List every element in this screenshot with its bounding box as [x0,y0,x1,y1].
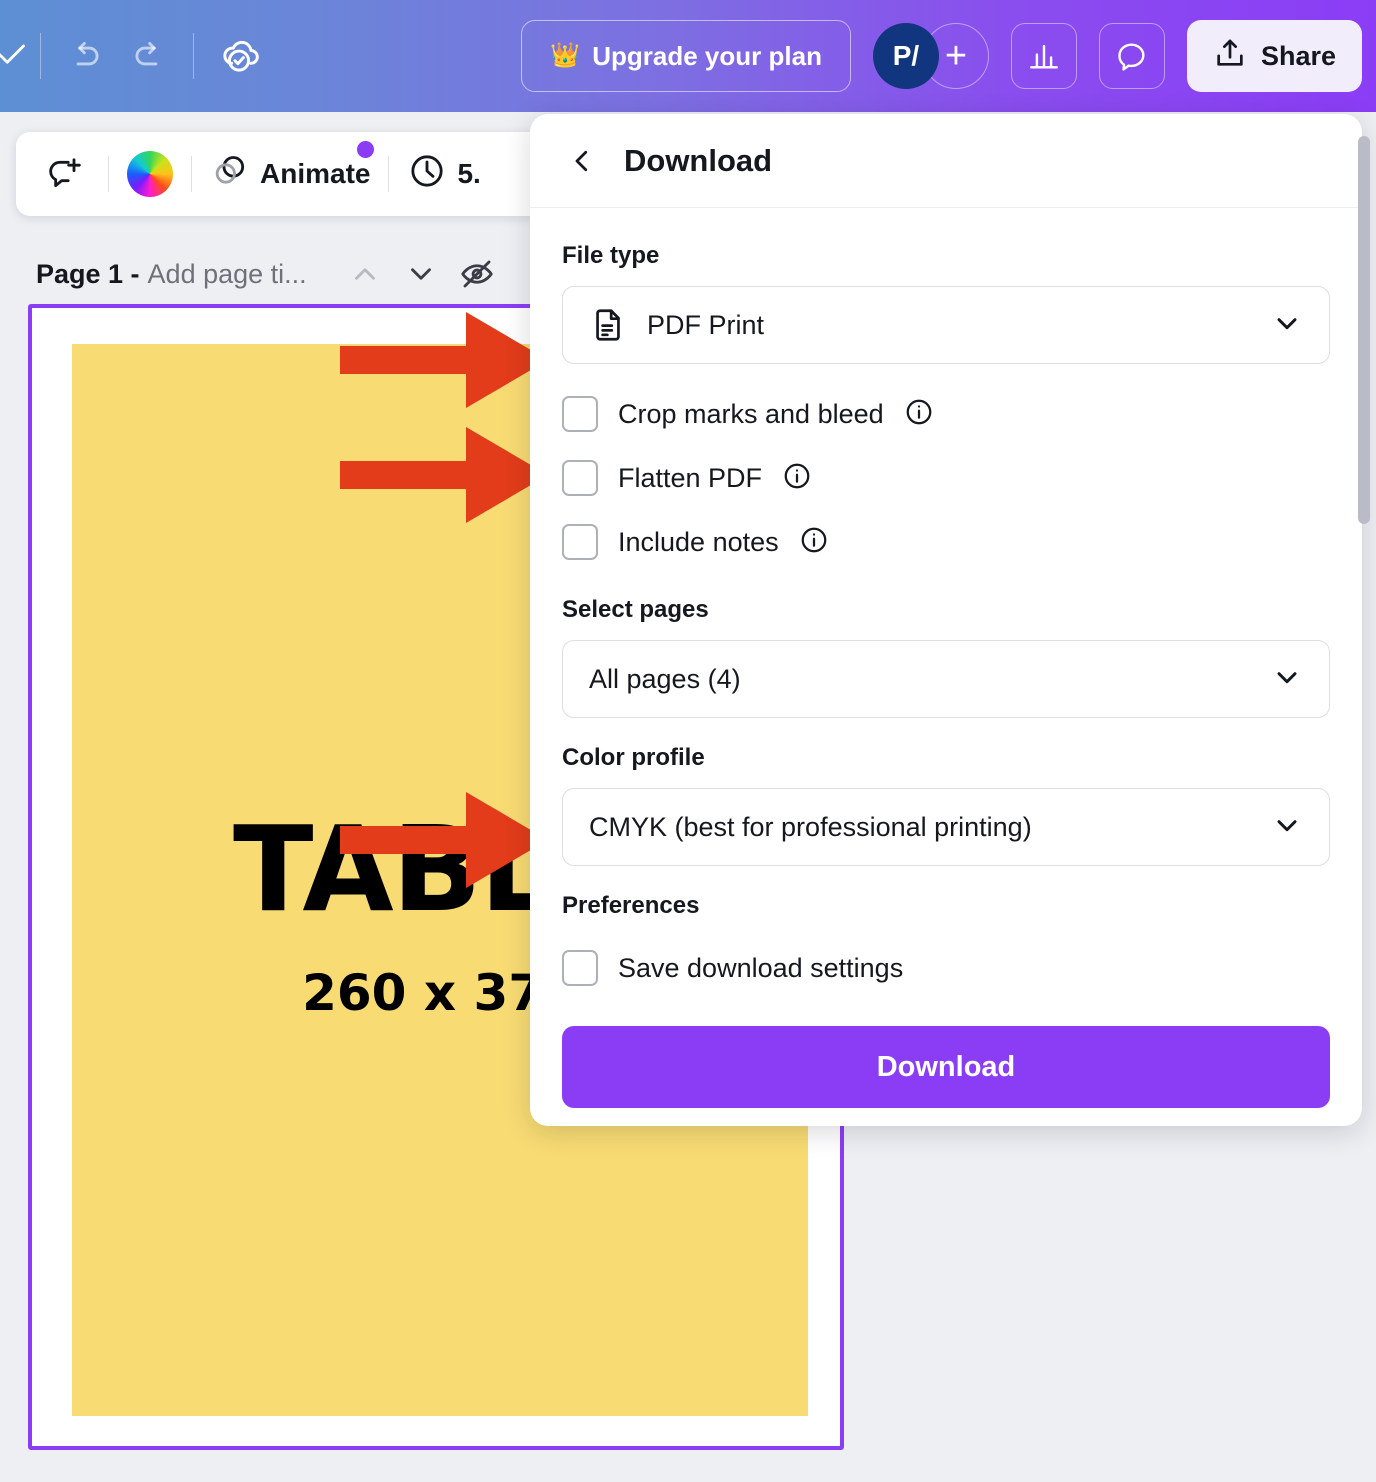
chevron-down-icon [1271,809,1303,846]
download-panel-header: Download [530,114,1362,208]
color-profile-label: Color profile [562,744,705,771]
document-file-icon [589,306,627,344]
upload-icon [1213,36,1247,77]
download-button[interactable]: Download [562,1026,1330,1108]
file-type-label: File type [562,242,660,269]
select-pages-select[interactable]: All pages (4) [562,640,1330,718]
checkbox[interactable] [562,524,598,560]
add-comment-button[interactable] [38,154,90,194]
divider [108,156,109,192]
option-flatten-pdf[interactable]: Flatten PDF [562,446,1330,510]
option-save-download-settings[interactable]: Save download settings [562,936,1330,1000]
comments-button[interactable] [1098,23,1165,89]
page-timer-value: 5. [457,158,481,189]
info-icon[interactable] [904,397,934,432]
avatar[interactable]: P/ [872,23,939,89]
file-type-value: PDF Print [647,309,765,340]
divider [388,156,390,192]
select-pages-value: All pages (4) [589,663,741,694]
color-profile-select[interactable]: CMYK (best for professional printing) [562,788,1330,866]
file-type-select[interactable]: PDF Print [562,286,1330,364]
info-icon[interactable] [782,461,812,496]
checkbox[interactable] [562,396,598,432]
animate-button[interactable]: Animate [210,140,375,198]
preferences-label: Preferences [562,892,700,919]
divider [40,33,41,79]
divider [191,156,192,192]
top-toolbar: 👑 Upgrade your plan P/ + Share [0,0,1376,112]
top-toolbar-right-group: 👑 Upgrade your plan P/ + Share [521,20,1376,92]
download-panel-title: Download [624,142,773,178]
color-profile-value: CMYK (best for professional printing) [589,811,1032,842]
collaborators-group: P/ + [872,23,989,89]
hide-page-button[interactable] [449,250,505,298]
select-pages-label: Select pages [562,596,709,623]
top-toolbar-left-group [0,0,270,112]
download-panel: Download File type PDF Print Crop marks … [530,114,1362,1126]
share-button[interactable]: Share [1186,20,1362,92]
page-timer-button[interactable]: 5. [407,151,481,198]
move-page-up-button[interactable] [337,250,393,298]
info-icon[interactable] [799,525,829,560]
option-label: Crop marks and bleed [618,398,884,429]
checkbox[interactable] [562,950,598,986]
clock-icon [407,151,447,198]
color-wheel-button[interactable] [127,151,173,197]
animate-label: Animate [260,158,371,189]
panel-scrollbar[interactable] [1358,136,1370,524]
upgrade-plan-label: Upgrade your plan [592,40,822,71]
pdf-options-group: Crop marks and bleed Flatten PDF Include… [562,382,1330,574]
option-crop-marks-and-bleed[interactable]: Crop marks and bleed [562,382,1330,446]
crown-icon: 👑 [550,42,581,69]
undo-button[interactable] [55,25,117,87]
annotation-arrow-color-profile [340,792,548,888]
annotation-arrow-file-type [340,312,548,408]
insights-button[interactable] [1010,23,1077,89]
page-title-input[interactable]: Add page ti... [148,259,307,290]
download-panel-body: File type PDF Print Crop marks and bleed [530,208,1362,1108]
checkbox[interactable] [562,460,598,496]
option-label: Include notes [618,526,779,557]
cloud-saved-button[interactable] [208,25,270,87]
upgrade-plan-button[interactable]: 👑 Upgrade your plan [521,20,851,92]
annotation-arrow-flatten-pdf [340,427,548,523]
option-include-notes[interactable]: Include notes [562,510,1330,574]
animate-icon [210,151,250,198]
move-page-down-button[interactable] [393,250,449,298]
chevron-down-icon [1271,307,1303,344]
checkmark-icon [0,41,26,71]
redo-button[interactable] [117,25,179,87]
element-toolbar: Animate 5. [16,132,576,216]
option-label: Flatten PDF [618,462,763,493]
divider [193,33,194,79]
option-label: Save download settings [618,952,904,983]
canva-editor-screen: 👑 Upgrade your plan P/ + Share Animate 5… [0,0,1376,1482]
page-header-row: Page 1 - Add page ti... [36,250,505,298]
back-button[interactable] [562,141,602,181]
new-feature-dot-icon [357,140,375,158]
chevron-down-icon [1271,661,1303,698]
share-label: Share [1260,40,1336,71]
page-number-label: Page 1 - [36,258,140,289]
